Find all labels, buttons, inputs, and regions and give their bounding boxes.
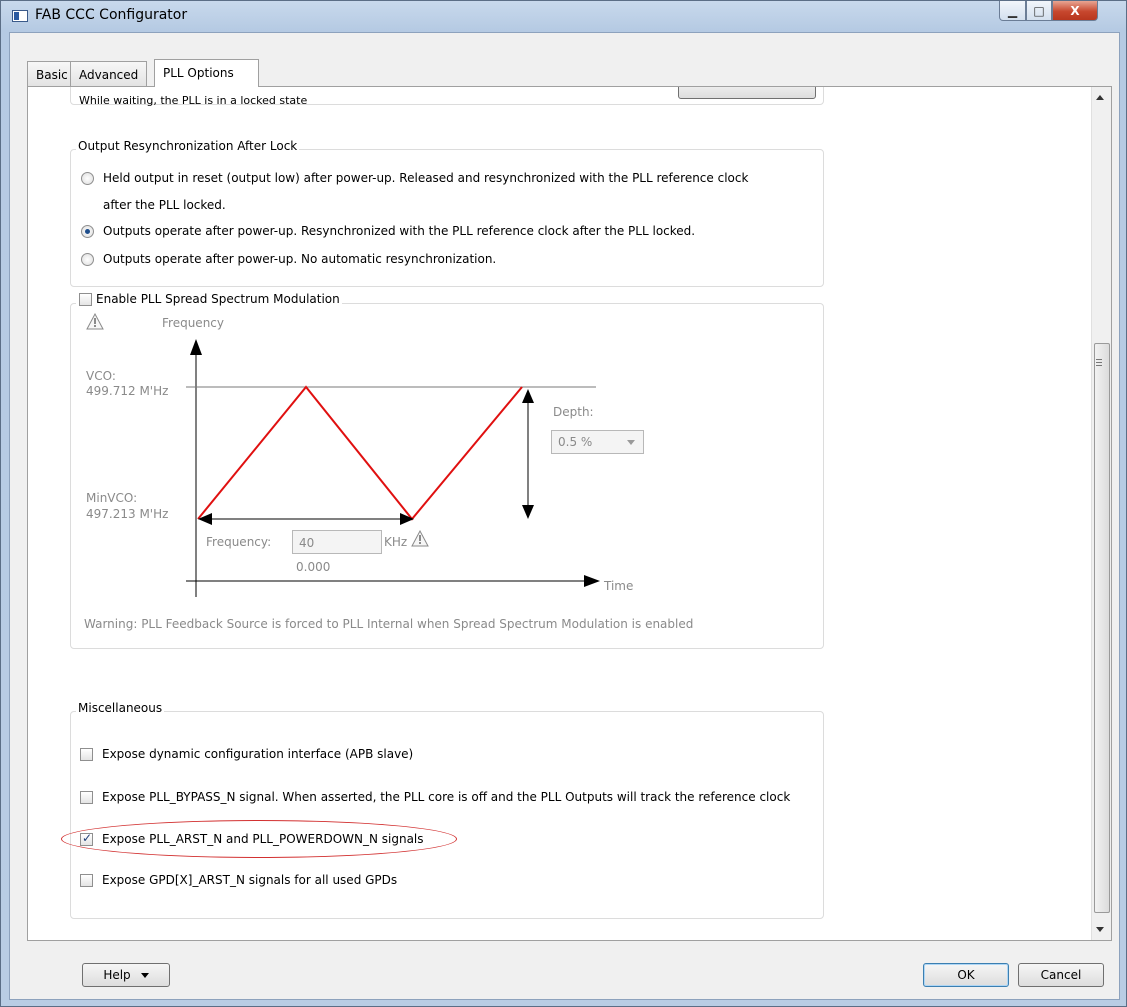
frequency-warning-icon: [411, 530, 429, 547]
resync-radio-reset[interactable]: [81, 172, 94, 185]
resync-option-noresync-label: Outputs operate after power-up. No autom…: [103, 252, 497, 266]
spread-enable-checkbox[interactable]: [79, 293, 92, 306]
grip-icon: [1096, 359, 1102, 366]
frequency-unit: KHz: [384, 535, 408, 549]
resync-option-reset-line1: Held output in reset (output low) after …: [103, 171, 749, 185]
help-button-label: Help: [103, 968, 131, 982]
frequency-input[interactable]: 40: [292, 530, 382, 554]
tab-pll-options[interactable]: PLL Options: [154, 59, 259, 87]
depth-select[interactable]: 0.5 %: [551, 430, 644, 454]
misc-group-title: Miscellaneous: [76, 701, 165, 715]
minvco-label: MinVCO:: [86, 491, 138, 505]
resync-option-reset-line2: after the PLL locked.: [103, 198, 226, 212]
depth-select-value: 0.5 %: [558, 435, 593, 449]
scroll-content: While waiting, the PLL is in a locked st…: [28, 87, 1092, 940]
minimize-button[interactable]: ▁: [999, 1, 1026, 21]
misc-apb-label: Expose dynamic configuration interface (…: [102, 747, 414, 761]
lock-partial-text: While waiting, the PLL is in a locked st…: [79, 94, 308, 107]
ok-button[interactable]: OK: [923, 963, 1009, 987]
y-axis-label: Frequency: [162, 316, 224, 330]
depth-arrow-down: [522, 505, 534, 519]
scrollbar-thumb[interactable]: [1094, 343, 1110, 913]
depth-arrow-up: [522, 389, 534, 403]
depth-label: Depth:: [553, 405, 594, 419]
maximize-button[interactable]: □: [1026, 1, 1052, 21]
spread-warning-text: Warning: PLL Feedback Source is forced t…: [84, 617, 694, 631]
vco-value: 499.712 M'Hz: [86, 384, 169, 398]
x-axis-label: Time: [604, 579, 634, 593]
scroll-down-icon[interactable]: [1096, 927, 1104, 932]
tab-advanced[interactable]: Advanced: [70, 61, 148, 86]
warning-icon: [86, 313, 104, 330]
close-icon: X: [1070, 3, 1080, 18]
misc-group: [70, 711, 824, 919]
frequency-readout: 0.000: [296, 560, 331, 574]
help-button[interactable]: Help: [82, 963, 170, 987]
scroll-up-icon[interactable]: [1096, 95, 1104, 100]
configurator-window: FAB CCC Configurator ▁ □ X Basic Advance…: [0, 0, 1127, 1007]
spread-title-text: Enable PLL Spread Spectrum Modulation: [96, 292, 340, 306]
modulation-wave: [197, 385, 523, 521]
resync-group: [70, 149, 824, 287]
window-title: FAB CCC Configurator: [35, 7, 188, 23]
misc-gpd-checkbox[interactable]: [80, 874, 93, 887]
spread-group-title: Enable PLL Spread Spectrum Modulation: [76, 292, 342, 306]
cancel-button-label: Cancel: [1040, 968, 1082, 982]
vco-label: VCO:: [86, 369, 116, 383]
misc-apb-checkbox[interactable]: [80, 748, 93, 761]
frequency-input-value: 40: [299, 536, 315, 550]
y-axis-arrow: [190, 339, 202, 355]
pll-options-panel: While waiting, the PLL is in a locked st…: [27, 86, 1112, 941]
highlight-annotation: [61, 820, 457, 858]
lock-partial-button[interactable]: [678, 87, 816, 99]
spread-diagram: [186, 339, 600, 597]
resync-group-title: Output Resynchronization After Lock: [76, 139, 300, 153]
misc-gpd-label: Expose GPD[X]_ARST_N signals for all use…: [102, 873, 398, 887]
misc-bypass-checkbox[interactable]: [80, 791, 93, 804]
resync-radio-noresync[interactable]: [81, 253, 94, 266]
ok-button-label: OK: [957, 968, 975, 982]
resync-radio-resync[interactable]: [81, 225, 94, 238]
period-arrow-left: [198, 513, 212, 525]
minvco-value: 497.213 M'Hz: [86, 507, 169, 521]
cancel-button[interactable]: Cancel: [1018, 963, 1104, 987]
minimize-icon: ▁: [1007, 3, 1018, 18]
title-bar[interactable]: FAB CCC Configurator ▁ □ X: [1, 1, 1126, 31]
close-button[interactable]: X: [1052, 1, 1098, 21]
frequency-label: Frequency:: [206, 535, 272, 549]
x-axis-arrow: [584, 575, 600, 587]
resync-option-resync-label: Outputs operate after power-up. Resynchr…: [103, 224, 696, 238]
dialog-client: Basic Advanced PLL Options While waiting…: [9, 32, 1120, 1000]
vertical-scrollbar[interactable]: [1091, 87, 1111, 940]
chevron-down-icon: [627, 440, 635, 445]
maximize-icon: □: [1033, 3, 1045, 18]
app-icon: [12, 10, 28, 22]
misc-bypass-label: Expose PLL_BYPASS_N signal. When asserte…: [102, 790, 791, 804]
period-arrow-right: [400, 513, 414, 525]
chevron-down-icon: [140, 972, 149, 978]
